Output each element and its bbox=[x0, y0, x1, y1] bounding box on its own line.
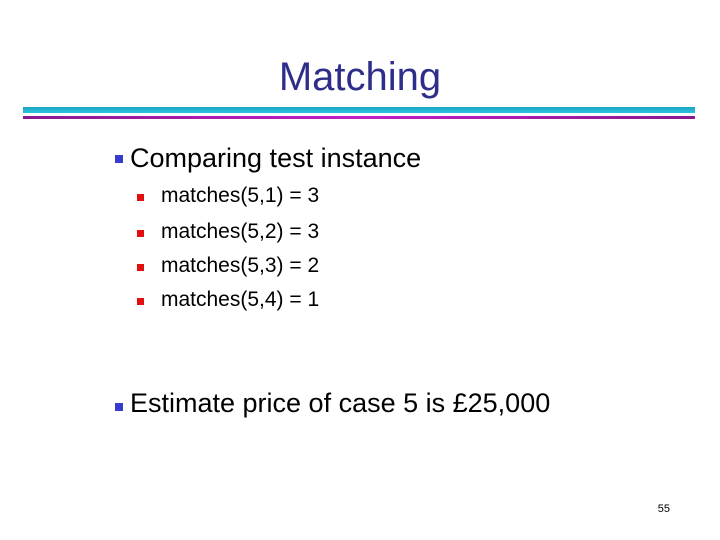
page-number: 55 bbox=[657, 503, 670, 515]
title-divider-top bbox=[23, 107, 695, 113]
bullet-text: Estimate price of case 5 is £25,000 bbox=[130, 388, 551, 418]
bullet-square-icon bbox=[115, 155, 123, 163]
sub-bullet-square-icon bbox=[137, 194, 144, 201]
slide-title: Matching bbox=[278, 55, 442, 99]
sub-bullet-text: matches(5,3) = 2 bbox=[161, 254, 320, 277]
sub-bullet-text: matches(5,2) = 3 bbox=[161, 220, 320, 243]
bullet-square-icon bbox=[115, 403, 123, 411]
sub-bullet-square-icon bbox=[137, 264, 144, 271]
bullet-text: Comparing test instance bbox=[130, 143, 422, 173]
title-divider-bottom bbox=[23, 116, 695, 119]
sub-bullet-square-icon bbox=[137, 298, 144, 305]
sub-bullet-text: matches(5,4) = 1 bbox=[161, 288, 320, 311]
sub-bullet-square-icon bbox=[137, 230, 144, 237]
sub-bullet-text: matches(5,1) = 3 bbox=[161, 184, 320, 207]
